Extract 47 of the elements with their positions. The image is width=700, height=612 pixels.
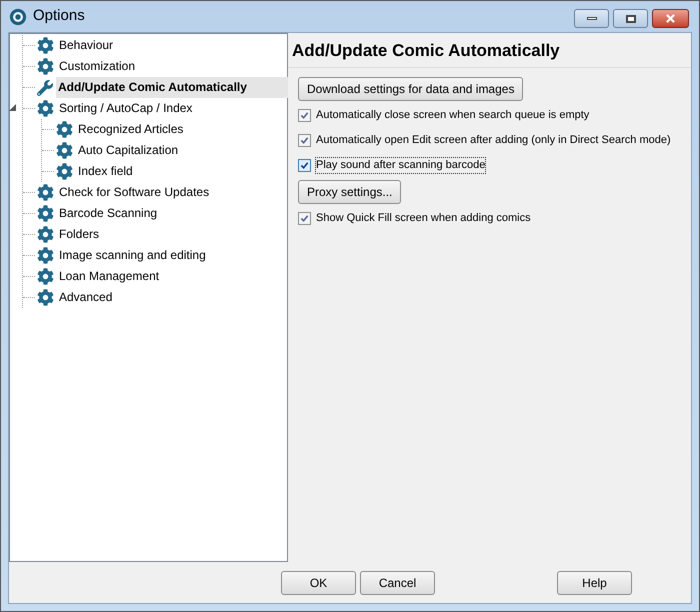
maximize-button[interactable]: [613, 9, 648, 28]
window-title: Options: [33, 6, 85, 26]
tree-item[interactable]: Sorting / AutoCap / Index: [57, 98, 194, 119]
tree-item[interactable]: Index field: [76, 161, 135, 182]
panel-title: Add/Update Comic Automatically: [288, 33, 691, 68]
gear-icon: [37, 289, 54, 306]
minimize-button[interactable]: [574, 9, 609, 28]
checkbox[interactable]: [298, 212, 311, 224]
tree-item[interactable]: Advanced: [57, 287, 114, 308]
tree-item[interactable]: Auto Capitalization: [76, 140, 180, 161]
wrench-icon: [37, 80, 53, 96]
tree-item[interactable]: Recognized Articles: [76, 119, 186, 140]
tree-item[interactable]: Check for Software Updates: [57, 182, 212, 203]
checkbox-label: Play sound after scanning barcode: [316, 158, 486, 172]
gear-icon: [37, 226, 54, 243]
checkbox-label: Automatically open Edit screen after adding (only in Direct Search mode): [316, 132, 671, 148]
gear-icon: [37, 37, 54, 54]
gear-icon: [56, 163, 73, 180]
checkbox[interactable]: [298, 108, 311, 122]
dialog-button[interactable]: OK: [281, 570, 356, 594]
checkbox-label: Automatically close screen when search queue is empty: [316, 108, 590, 122]
tree-item[interactable]: Behaviour: [57, 35, 116, 56]
close-icon: [665, 14, 676, 23]
gear-icon: [37, 58, 54, 75]
gear-icon: [37, 247, 54, 264]
gear-icon: [37, 205, 54, 222]
dialog-button[interactable]: Cancel: [360, 570, 435, 594]
expanded-arrow-icon[interactable]: [9, 104, 16, 111]
tree-item[interactable]: Add/Update Comic Automatically: [56, 77, 288, 98]
checkbox[interactable]: [298, 158, 311, 172]
checkbox[interactable]: [298, 134, 311, 146]
settings-button[interactable]: Download settings for data and images: [298, 76, 524, 100]
gear-icon: [37, 100, 54, 117]
help-button[interactable]: Help: [557, 570, 632, 594]
tree-item[interactable]: Image scanning and editing: [57, 245, 208, 266]
gear-icon: [37, 184, 54, 201]
checkbox-label: Show Quick Fill screen when adding comics: [316, 210, 531, 226]
gear-icon: [56, 121, 73, 138]
app-logo-icon: [9, 8, 27, 26]
tree-item[interactable]: Barcode Scanning: [57, 203, 160, 224]
close-button[interactable]: [652, 9, 689, 28]
tree-item[interactable]: Loan Management: [57, 266, 162, 287]
gear-icon: [37, 268, 54, 285]
gear-icon: [56, 142, 73, 159]
tree-item[interactable]: Folders: [57, 224, 102, 245]
tree-item[interactable]: Customization: [57, 56, 138, 77]
settings-button[interactable]: Proxy settings...: [298, 180, 402, 204]
